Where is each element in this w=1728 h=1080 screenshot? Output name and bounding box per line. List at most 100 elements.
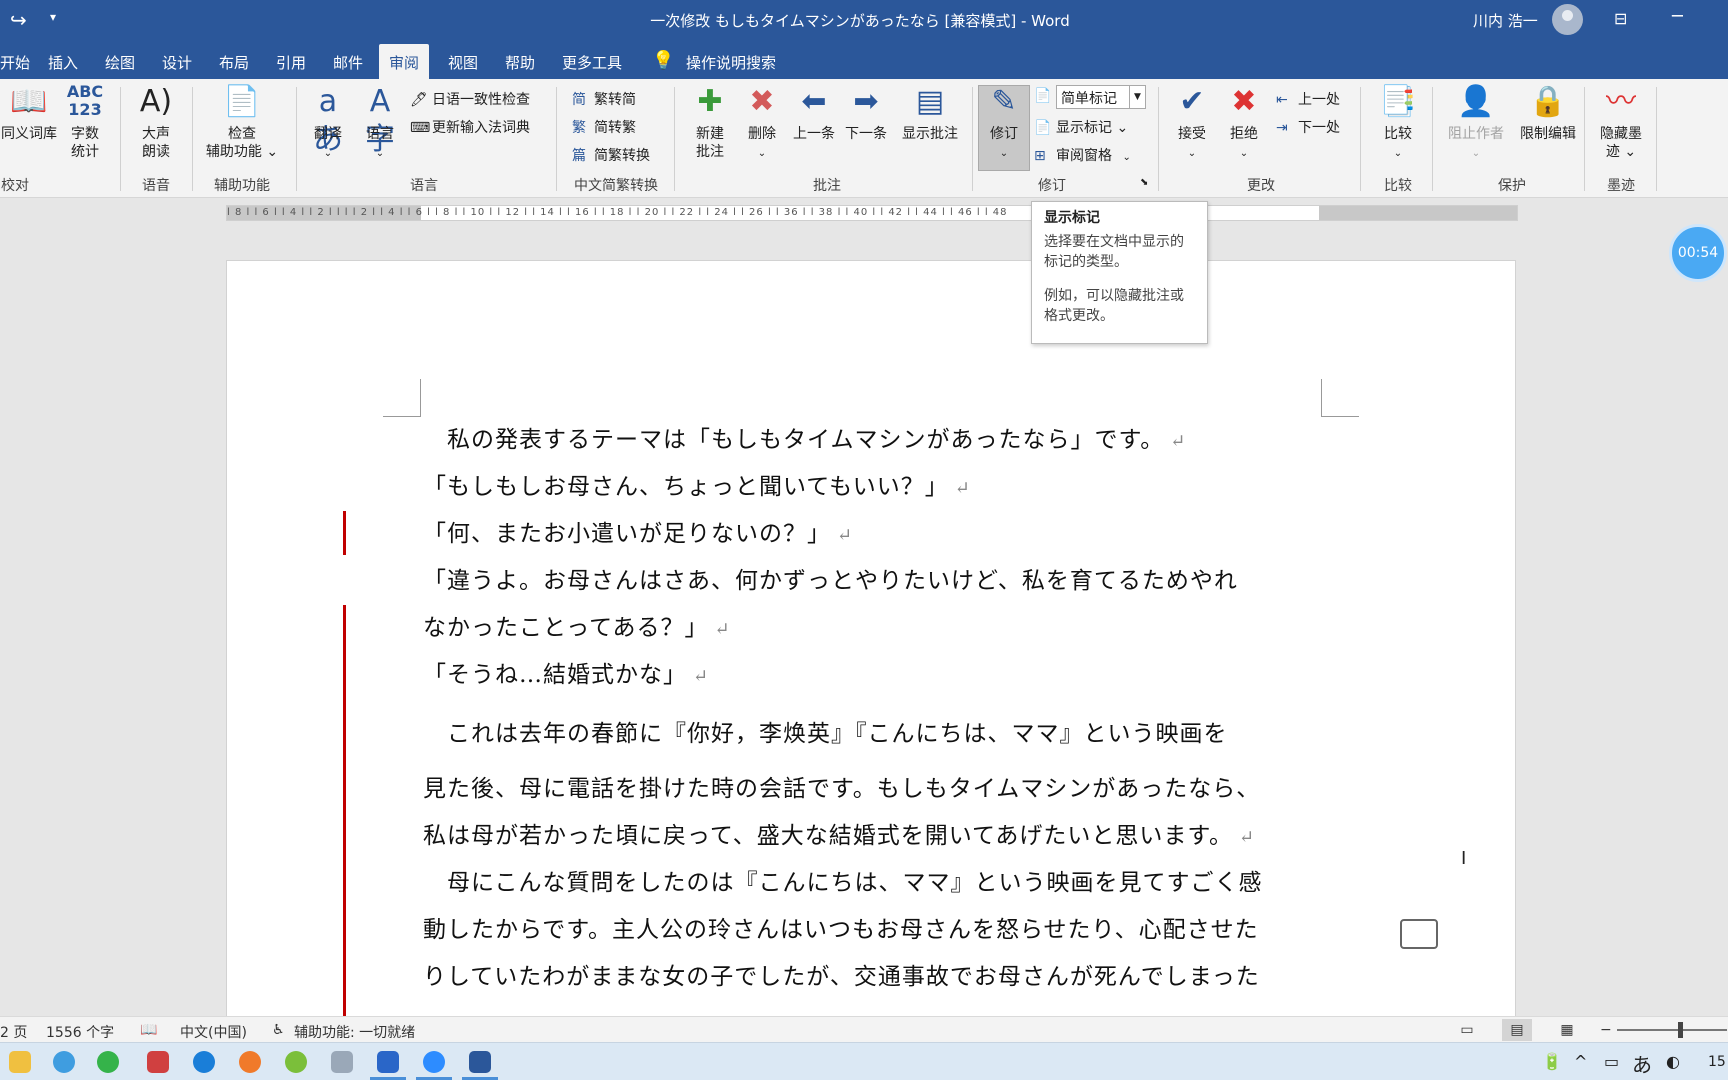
block-authors-button[interactable]: 👤 阻止作者 ⌄ <box>1440 83 1512 163</box>
document-line[interactable]: 「そうね…結婚式かな」 ↵ <box>423 652 1323 700</box>
document-line[interactable]: 私は母が若かった頃に戻って、盛大な結婚式を開いてあげたいと思います。 ↵ <box>423 813 1323 861</box>
ribbon-display-options-icon[interactable]: ⊟ <box>1614 9 1627 28</box>
firefox-icon[interactable] <box>232 1046 268 1080</box>
document-page[interactable]: 私の発表するテーマは「もしもタイムマシンがあったなら」です。 ↵ 「もしもしお母さ… <box>226 260 1516 1025</box>
tab-review[interactable]: 审阅 <box>379 44 430 79</box>
recording-timer[interactable]: 00:54 <box>1669 224 1727 282</box>
document-line[interactable]: なかったことってある？」 ↵ <box>423 605 1323 653</box>
show-markup-button[interactable]: 📄 显示标记 ⌄ <box>1034 117 1128 137</box>
word-count[interactable]: 1556 个字 <box>46 1022 114 1042</box>
language-button[interactable]: A字 语言 ⌄ <box>356 83 404 163</box>
user-avatar-icon[interactable] <box>1552 4 1583 35</box>
document-line[interactable]: 私の発表するテーマは「もしもタイムマシンがあったなら」です。 ↵ <box>423 417 1323 465</box>
ime-indicator[interactable]: あ <box>1632 1049 1652 1078</box>
read-aloud-button[interactable]: A) 大声 朗读 <box>128 83 184 161</box>
comment-icon[interactable] <box>1400 919 1438 949</box>
document-line[interactable]: りしていたわがままな女の子でしたが、交通事故でお母さんが死んでしまった <box>423 954 1323 1001</box>
traditional-to-simplified-button[interactable]: 简繁转简 <box>572 89 636 109</box>
tab-more-tools[interactable]: 更多工具 <box>562 52 622 73</box>
reviewing-pane-button[interactable]: ⊞ 审阅窗格 ⌄ <box>1034 145 1131 165</box>
next-change-icon: ⇥ <box>1276 120 1288 136</box>
word-icon[interactable] <box>462 1046 498 1080</box>
new-comment-button[interactable]: ✚ 新建 批注 <box>686 83 734 161</box>
thesaurus-button[interactable]: 📖 同义词库 <box>0 83 58 143</box>
previous-comment-button[interactable]: ⬅ 上一条 <box>788 83 840 143</box>
user-name[interactable]: 川内 浩一 <box>1473 10 1538 31</box>
compare-button[interactable]: 📑 比较 ⌄ <box>1372 83 1424 163</box>
document-line[interactable]: 「違うよ。お母さんはさあ、何かずっとやりたいけど、私を育てるためやれ <box>423 558 1323 605</box>
document-line[interactable]: 「もしもしお母さん、ちょっと聞いてもいい？」 ↵ <box>423 464 1323 512</box>
compare-icon: 📑 <box>1379 84 1417 119</box>
lightbulb-icon[interactable]: 💡 <box>652 50 674 71</box>
tab-layout[interactable]: 布局 <box>219 52 249 73</box>
tracking-dialog-launcher-icon[interactable]: ⬊ <box>1140 177 1148 188</box>
web-layout-icon[interactable]: ▦ <box>1552 1019 1582 1041</box>
read-mode-icon[interactable]: ▭ <box>1452 1019 1482 1041</box>
translate-button[interactable]: aあ 翻译 ⌄ <box>304 83 352 163</box>
redo-icon[interactable]: ↪ <box>10 8 27 32</box>
language-status[interactable]: 中文(中国) <box>180 1022 247 1042</box>
tab-view[interactable]: 视图 <box>448 52 478 73</box>
wechat-icon[interactable] <box>90 1046 126 1080</box>
tab-design[interactable]: 设计 <box>162 52 192 73</box>
delete-comment-button[interactable]: ✖ 删除 ⌄ <box>738 83 786 163</box>
track-changes-button[interactable]: ✎ 修订 ⌄ <box>978 83 1030 163</box>
customize-quick-access-icon[interactable]: ▾ <box>50 10 56 24</box>
document-line[interactable]: 母にこんな質問をしたのは『こんにちは、ママ』という映画を見てすごく感 <box>423 860 1323 907</box>
group-label-changes: 更改 <box>1247 178 1275 194</box>
app-icon[interactable] <box>140 1046 176 1080</box>
tab-home[interactable]: 开始 <box>0 52 30 73</box>
reject-button[interactable]: ✖ 拒绝 ⌄ <box>1218 83 1270 163</box>
settings-app-icon[interactable] <box>324 1046 360 1080</box>
app-icon[interactable] <box>370 1046 406 1080</box>
media-player-icon[interactable] <box>278 1046 314 1080</box>
document-line[interactable]: 見た後、母に電話を掛けた時の会話です。もしもタイムマシンがあったなら、 <box>423 766 1323 813</box>
group-separator <box>1360 87 1361 191</box>
check-accessibility-button[interactable]: 📄 检查 辅助功能 ⌄ <box>200 83 284 161</box>
print-layout-icon[interactable]: ▤ <box>1502 1019 1532 1041</box>
simplified-to-traditional-button[interactable]: 繁简转繁 <box>572 117 636 137</box>
battery-status-icon[interactable]: 🔋 <box>1542 1052 1562 1071</box>
tab-insert[interactable]: 插入 <box>48 52 78 73</box>
previous-change-button[interactable]: ⇤ 上一处 <box>1276 89 1340 109</box>
document-line[interactable]: 「何、またお小遣いが足りないの？」 ↵ <box>423 511 1323 559</box>
update-ime-dictionary-button[interactable]: ⌨ 更新输入法词典 <box>410 117 530 137</box>
network-icon[interactable]: ▭ <box>1604 1052 1619 1071</box>
accessibility-icon: 📄 <box>223 84 261 119</box>
restrict-editing-button[interactable]: 🔒 限制编辑 <box>1512 83 1584 143</box>
accessibility-status[interactable]: 辅助功能: 一切就绪 <box>294 1022 415 1042</box>
internet-explorer-icon[interactable] <box>46 1046 82 1080</box>
chevron-down-icon[interactable]: ▼ <box>1129 86 1145 108</box>
tab-help[interactable]: 帮助 <box>505 52 535 73</box>
tell-me-search[interactable]: 操作说明搜索 <box>686 52 776 73</box>
show-comments-button[interactable]: ▤ 显示批注 <box>892 83 968 143</box>
horizontal-ruler[interactable]: l 8 l l 6 l l 4 l l 2 l l l l 2 l l 4 l … <box>226 205 1518 221</box>
tray-expand-icon[interactable]: ^ <box>1574 1052 1587 1071</box>
zoom-slider[interactable] <box>1617 1029 1727 1031</box>
next-comment-button[interactable]: ➡ 下一条 <box>840 83 892 143</box>
hide-ink-button[interactable]: 〰 隐藏墨 迹 ⌄ <box>1590 83 1652 161</box>
zoom-meeting-icon[interactable] <box>416 1046 452 1080</box>
page-count[interactable]: 2 页 <box>0 1022 27 1042</box>
convert-chinese-button[interactable]: 篇简繁转换 <box>572 145 650 165</box>
markup-mode-select[interactable]: 简单标记 ▼ <box>1056 85 1146 109</box>
checklist-icon: 🖊 <box>410 92 428 108</box>
next-change-button[interactable]: ⇥ 下一处 <box>1276 117 1340 137</box>
word-count-button[interactable]: ABC 123 字数 统计 <box>60 83 110 161</box>
display-mode-icon[interactable]: ◐ <box>1666 1052 1680 1071</box>
edge-icon[interactable] <box>186 1046 222 1080</box>
tab-references[interactable]: 引用 <box>276 52 306 73</box>
file-explorer-icon[interactable] <box>2 1046 38 1080</box>
japanese-consistency-check-button[interactable]: 🖊 日语一致性检查 <box>410 89 530 109</box>
language-icon: A字 <box>365 84 395 157</box>
tab-draw[interactable]: 绘图 <box>105 52 135 73</box>
document-line[interactable]: 動したからです。主人公の玲さんはいつもお母さんを怒らせたり、心配させた <box>423 907 1323 954</box>
clock[interactable]: 15 <box>1708 1054 1726 1070</box>
tab-mailings[interactable]: 邮件 <box>333 52 363 73</box>
document-line[interactable]: これは去年の春節に『你好，李焕英』『こんにちは、ママ』という映画を <box>423 711 1323 758</box>
zoom-slider-handle[interactable] <box>1678 1022 1683 1038</box>
accept-button[interactable]: ✔ 接受 ⌄ <box>1166 83 1218 163</box>
zoom-out-icon[interactable]: − <box>1600 1022 1612 1038</box>
proofing-status-icon[interactable]: 📖 <box>140 1022 157 1038</box>
minimize-icon[interactable]: ─ <box>1672 6 1683 27</box>
